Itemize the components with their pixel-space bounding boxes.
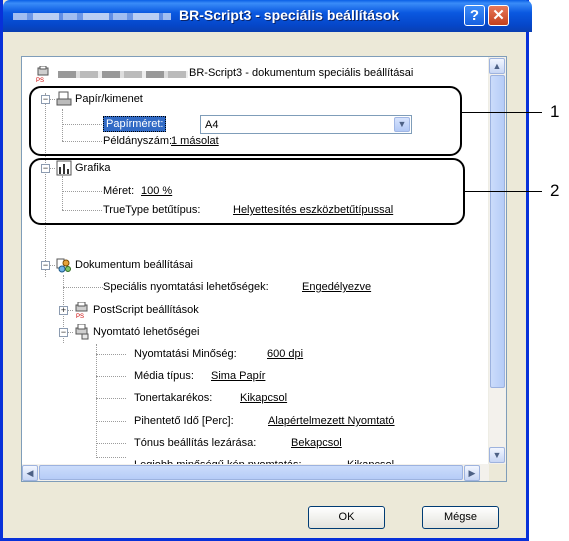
root-label: BR-Script3 - dokumentum speciális beállí… xyxy=(189,67,414,79)
document-options-icon xyxy=(56,258,71,273)
horizontal-scroll-thumb[interactable] xyxy=(39,465,463,480)
toner-save-label[interactable]: Tonertakarékos: xyxy=(134,391,212,405)
sleep-time-label[interactable]: Pihentető Idő [Perc]: xyxy=(134,414,234,428)
tree-line xyxy=(63,287,103,288)
svg-text:PS: PS xyxy=(76,314,84,318)
dialog-window: BR-Script3 - speciális beállítások ? ✕ P… xyxy=(0,0,532,541)
tree-line xyxy=(96,443,126,444)
tree-line xyxy=(96,398,126,399)
svg-text:PS: PS xyxy=(36,78,44,82)
print-quality-label[interactable]: Nyomtatási Minőség: xyxy=(134,347,237,361)
media-type-label[interactable]: Média típus: xyxy=(134,369,194,383)
tree-item-postscript[interactable]: PostScript beállítások xyxy=(93,303,199,317)
ok-button[interactable]: OK xyxy=(308,506,385,529)
callout-box-2 xyxy=(29,158,465,225)
print-quality-value[interactable]: 600 dpi xyxy=(267,347,303,361)
scroll-left-button[interactable]: ◀ xyxy=(22,465,38,481)
tree-line xyxy=(96,421,126,422)
vertical-scroll-thumb[interactable] xyxy=(490,75,505,388)
cancel-button[interactable]: Mégse xyxy=(422,506,499,529)
tree-line xyxy=(96,376,126,377)
tree-line xyxy=(96,354,126,355)
close-button[interactable]: ✕ xyxy=(488,5,509,26)
advanced-print-label[interactable]: Speciális nyomtatási lehetőségek: xyxy=(103,280,269,294)
postscript-printer-icon: PS xyxy=(75,302,88,318)
density-lock-label[interactable]: Tónus beállítás lezárása: xyxy=(134,436,256,450)
tree-line xyxy=(96,344,97,458)
horizontal-scrollbar[interactable]: ◀ ▶ xyxy=(22,464,506,481)
printer-features-icon xyxy=(75,324,89,340)
root-redacted-text xyxy=(58,71,188,78)
callout-line-1 xyxy=(462,112,542,113)
media-type-value[interactable]: Sima Papír xyxy=(211,369,265,383)
density-lock-value[interactable]: Bekapcsol xyxy=(291,436,342,450)
toner-save-value[interactable]: Kikapcsol xyxy=(240,391,287,405)
help-button[interactable]: ? xyxy=(464,5,485,26)
tree-line xyxy=(96,457,126,458)
title-redacted-text xyxy=(13,13,171,20)
sleep-time-value[interactable]: Alapértelmezett Nyomtató xyxy=(268,414,395,428)
advanced-print-value[interactable]: Engedélyezve xyxy=(302,280,371,294)
callout-number-1: 1 xyxy=(550,102,560,121)
scroll-down-button[interactable]: ▼ xyxy=(489,447,505,463)
window-title: BR-Script3 - speciális beállítások xyxy=(179,7,400,23)
callout-line-2 xyxy=(465,191,542,192)
tree-item-document-options[interactable]: Dokumentum beállításai xyxy=(75,258,193,272)
callout-number-2: 2 xyxy=(550,181,560,200)
collapse-toggle[interactable]: − xyxy=(41,261,50,270)
scroll-up-button[interactable]: ▲ xyxy=(489,58,505,74)
scroll-right-button[interactable]: ▶ xyxy=(464,465,480,481)
callout-box-1 xyxy=(29,86,462,156)
expand-toggle[interactable]: + xyxy=(59,306,68,315)
title-bar[interactable]: BR-Script3 - speciális beállítások ? ✕ xyxy=(3,0,532,32)
printer-document-icon: PS xyxy=(36,66,49,82)
tree-item-printer-features[interactable]: Nyomtató lehetőségei xyxy=(93,325,199,339)
vertical-scrollbar[interactable]: ▲ ▼ xyxy=(488,57,506,464)
collapse-toggle[interactable]: − xyxy=(59,328,68,337)
scroll-corner xyxy=(489,464,506,481)
